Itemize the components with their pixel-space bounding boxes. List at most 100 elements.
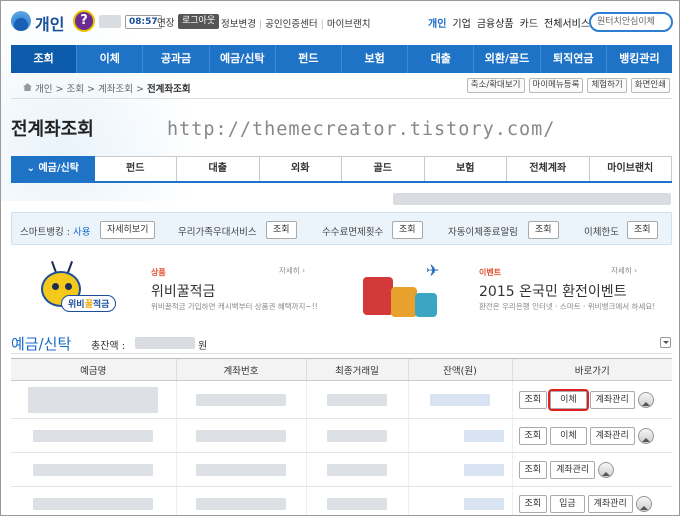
main-nav-insurance[interactable]: 보험 [342, 45, 409, 73]
breadcrumb-item[interactable]: 개인 [35, 84, 52, 95]
row-actions: 조회 이체 계좌관리 [513, 388, 673, 411]
banner-desc: 환전은 우리은행 인터넷 · 스마트 · 위비뱅크에서 하세요! [479, 302, 656, 311]
expand-up-icon[interactable] [598, 461, 615, 478]
deposit-button[interactable]: 입금 [550, 494, 585, 513]
col-header: 예금명 [11, 358, 176, 381]
tab-gold[interactable]: 골드 [342, 156, 425, 181]
account-name-masked [33, 429, 154, 442]
main-nav-forex-gold[interactable]: 외환/골드 [474, 45, 541, 73]
airplane-icon: ✈ [426, 261, 440, 280]
suitcase-icon [363, 277, 393, 315]
table-row: 조회 이체 계좌관리 [11, 380, 673, 419]
view-button[interactable]: 조회 [518, 460, 548, 479]
top-link-cert[interactable]: 공인인증센터 [265, 19, 317, 30]
search-input[interactable]: 원터치안심이체 [589, 12, 673, 32]
main-nav-utility[interactable]: 공과금 [143, 45, 210, 73]
add-my-menu-button[interactable]: 마이메뉴등록 [528, 78, 584, 93]
chevron-down-icon: ⌄ [26, 163, 39, 174]
col-header: 계좌번호 [175, 358, 306, 381]
tab-fund[interactable]: 펀드 [94, 156, 177, 181]
tab-all-accounts[interactable]: 전체계좌 [507, 156, 590, 181]
expand-up-icon[interactable] [635, 495, 652, 512]
balance-masked [463, 497, 504, 510]
tab-deposit[interactable]: ⌄ 예금/신탁 [11, 156, 95, 181]
help-button[interactable]: ? [73, 10, 95, 32]
site-nav-products[interactable]: 금융상품 [477, 19, 514, 30]
account-number-masked [196, 463, 286, 476]
user-name-masked [99, 15, 121, 28]
family-service-view-button[interactable]: 조회 [266, 221, 297, 239]
site-nav-card[interactable]: 카드 [520, 19, 538, 30]
banner-category: 상품 [151, 268, 166, 277]
main-nav-inquiry[interactable]: 조회 [11, 45, 78, 73]
banner-more-link[interactable]: 자세히 › [279, 265, 305, 276]
site-nav-personal[interactable]: 개인 [428, 19, 446, 30]
main-nav-loan[interactable]: 대출 [408, 45, 475, 73]
fee-waiver-label: 수수료면제횟수 [322, 227, 384, 238]
demo-button[interactable]: 체험하기 [587, 78, 627, 93]
col-header: 바로가기 [511, 358, 672, 381]
tab-insurance[interactable]: 보험 [424, 156, 507, 181]
main-nav-transfer[interactable]: 이체 [77, 45, 144, 73]
banner-title: 2015 온국민 환전이벤트 [479, 284, 627, 300]
extend-session-button[interactable]: 연장 [157, 15, 174, 29]
table-row: 조회 계좌관리 [11, 452, 672, 487]
family-service-label: 우리가족우대서비스 [178, 227, 257, 238]
view-button[interactable]: 조회 [518, 494, 548, 513]
balance-masked [430, 393, 490, 406]
auto-transfer-view-button[interactable]: 조회 [528, 221, 559, 239]
main-nav-pension[interactable]: 퇴직연금 [541, 45, 607, 73]
col-header: 최종거래일 [305, 358, 408, 381]
smart-banking-label: 스마트뱅킹 : 사용 [20, 227, 91, 238]
tab-loan[interactable]: 대출 [177, 156, 260, 181]
fee-waiver-view-button[interactable]: 조회 [392, 221, 423, 239]
account-name-masked [28, 386, 159, 413]
logout-button[interactable]: 로그아웃 [178, 14, 220, 29]
main-nav-deposit[interactable]: 예금/신탁 [210, 45, 276, 73]
bank-logo-icon[interactable] [11, 11, 31, 31]
manage-account-button[interactable]: 계좌관리 [589, 426, 635, 445]
top-link-profile[interactable]: 정보변경 [221, 19, 256, 30]
banner-exchange-event[interactable]: ✈ 이벤트 자세히 › 2015 온국민 환전이벤트 환전은 우리은행 인터넷 … [341, 255, 672, 322]
banner-more-link[interactable]: 자세히 › [611, 265, 637, 276]
home-icon[interactable] [23, 83, 32, 91]
expand-up-icon[interactable] [637, 391, 654, 408]
account-name-masked [33, 497, 154, 510]
logo-text[interactable]: 개인 [35, 11, 64, 35]
main-nav-banking-admin[interactable]: 뱅킹관리 [607, 45, 672, 73]
smart-banking-detail-button[interactable]: 자세히보기 [100, 221, 156, 239]
print-button[interactable]: 화면인쇄 [630, 78, 670, 93]
balance-masked [463, 463, 504, 476]
breadcrumb-item[interactable]: 조회 [66, 84, 83, 95]
view-button[interactable]: 조회 [518, 390, 548, 409]
masked-info [393, 193, 671, 205]
tab-foreign[interactable]: 외화 [259, 156, 342, 181]
transfer-button[interactable]: 이체 [550, 426, 587, 445]
tab-my-branch[interactable]: 마이브랜치 [589, 156, 672, 181]
banner-wibee-savings[interactable]: 위비꿀적금 상품 자세히 › 위비꿀적금 위비꿀적금 가입하면 캐시백부터 상품… [11, 255, 336, 322]
suitcase-icon [415, 293, 437, 317]
banner-desc: 위비꿀적금 가입하면 캐시백부터 상품권 혜택까지~!! [151, 302, 318, 311]
manage-account-button[interactable]: 계좌관리 [550, 460, 596, 479]
page-title: 전계좌조회 [11, 119, 94, 140]
transfer-button[interactable]: 이체 [548, 388, 589, 411]
col-header: 잔액(원) [407, 358, 512, 381]
manage-account-button[interactable]: 계좌관리 [589, 390, 635, 409]
utility-buttons: 축소/확대보기 마이메뉴등록 체험하기 화면인쇄 [466, 78, 670, 93]
view-button[interactable]: 조회 [518, 426, 548, 445]
total-balance-masked [135, 337, 195, 349]
main-nav-fund[interactable]: 펀드 [276, 45, 343, 73]
zoom-button[interactable]: 축소/확대보기 [466, 78, 525, 93]
manage-account-button[interactable]: 계좌관리 [587, 494, 633, 513]
auto-transfer-label: 자동이체종료알림 [448, 227, 518, 238]
last-date-masked [327, 429, 387, 442]
site-nav-business[interactable]: 기업 [452, 19, 470, 30]
collapse-toggle-icon[interactable] [660, 337, 671, 348]
quick-service-bar: 스마트뱅킹 : 사용 자세히보기 우리가족우대서비스 조회 수수료면제횟수 조회… [11, 212, 672, 245]
bee-tag: 위비꿀적금 [61, 295, 117, 312]
expand-up-icon[interactable] [637, 427, 654, 444]
breadcrumb-item[interactable]: 계좌조회 [98, 84, 133, 95]
transfer-limit-view-button[interactable]: 조회 [627, 221, 658, 239]
balance-masked [463, 429, 504, 442]
top-link-mybranch[interactable]: 마이브랜치 [327, 19, 371, 30]
